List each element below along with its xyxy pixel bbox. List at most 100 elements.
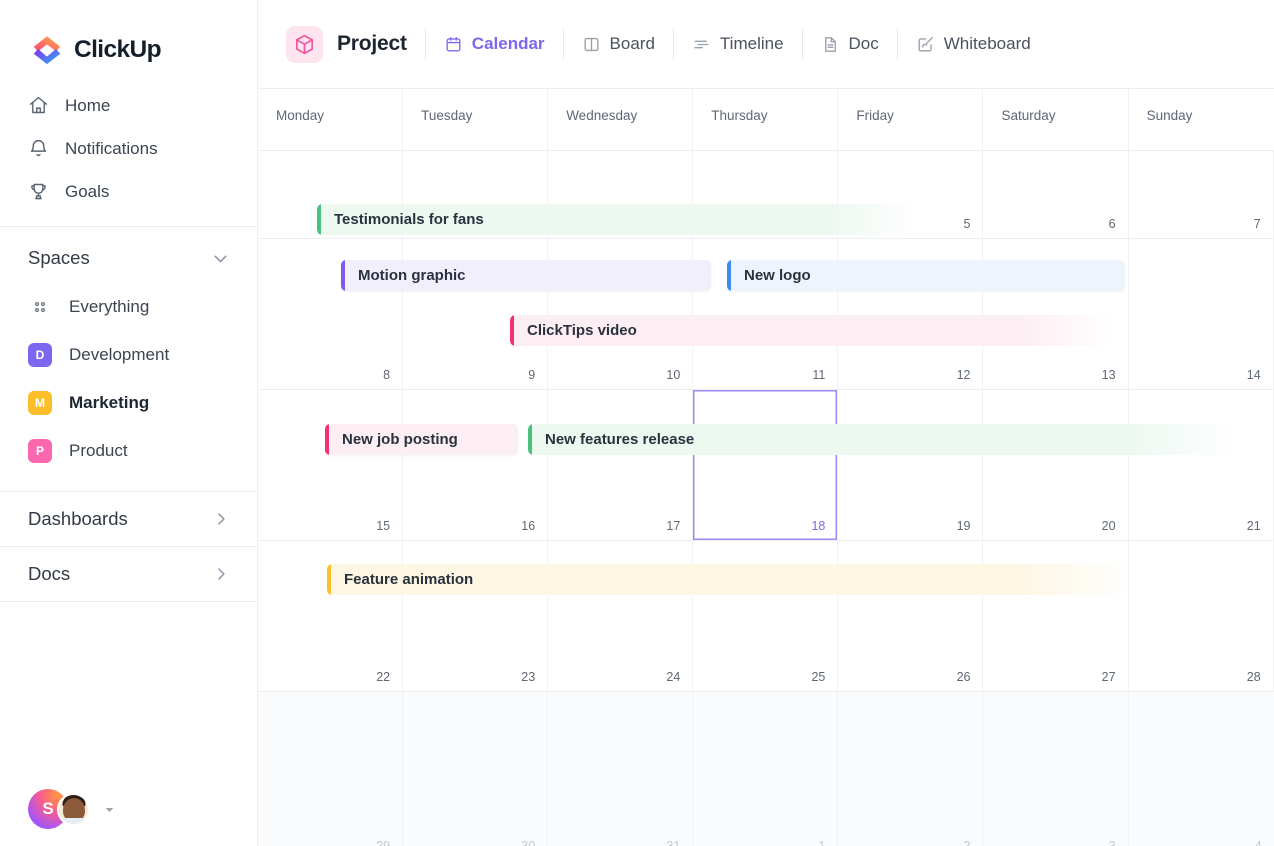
space-label: Marketing	[69, 393, 150, 412]
whiteboard-icon	[916, 35, 935, 54]
tab-calendar[interactable]: Calendar	[444, 34, 545, 54]
calendar-day-cell[interactable]: 31	[548, 692, 694, 846]
sidebar-item-goals[interactable]: Goals	[0, 170, 257, 213]
sidebar-item-notifications[interactable]: Notifications	[0, 127, 257, 170]
toolbar-divider	[424, 29, 426, 59]
tab-label: Timeline	[719, 34, 784, 53]
day-number: 30	[521, 839, 536, 846]
calendar-week-row: 15 16 17 18 19 20 21 New job posting New…	[258, 390, 1274, 541]
day-number: 14	[1246, 368, 1261, 382]
grid-dots-icon	[28, 295, 52, 319]
spaces-title: Spaces	[28, 247, 90, 268]
calendar-event[interactable]: New features release	[528, 424, 1235, 455]
day-number: 9	[528, 368, 536, 382]
event-title: ClickTips video	[527, 322, 637, 339]
calendar-day-cell[interactable]: 2	[838, 692, 984, 846]
calendar-event[interactable]: New logo	[727, 260, 1125, 291]
day-number: 6	[1108, 217, 1116, 231]
calendar-day-cell[interactable]: 29	[258, 692, 404, 846]
day-number: 1	[818, 839, 826, 846]
caret-down-icon[interactable]	[102, 802, 117, 817]
space-avatar: P	[28, 439, 52, 463]
calendar-event[interactable]: New job posting	[325, 424, 518, 455]
chevron-down-icon[interactable]	[210, 248, 231, 269]
avatar[interactable]	[57, 792, 90, 826]
home-icon	[28, 95, 49, 116]
calendar-day-cell[interactable]: 4	[1129, 692, 1274, 846]
day-number: 24	[666, 670, 681, 684]
day-header: Monday	[258, 89, 404, 150]
day-number: 4	[1254, 839, 1262, 846]
calendar-day-cell[interactable]: 30	[403, 692, 549, 846]
brand-name: ClickUp	[74, 35, 162, 63]
sidebar-item-label: Goals	[65, 181, 110, 201]
calendar-day-cell-selected[interactable]: 18	[693, 390, 839, 540]
day-number: 11	[812, 368, 826, 382]
day-number: 25	[811, 670, 826, 684]
day-number: 19	[956, 519, 971, 533]
calendar-event[interactable]: Testimonials for fans	[317, 204, 918, 235]
calendar-day-cell[interactable]: 7	[1129, 151, 1274, 238]
day-number: 2	[963, 839, 971, 846]
event-title: New logo	[744, 267, 811, 284]
day-header: Thursday	[693, 89, 839, 150]
sidebar-item-docs[interactable]: Docs	[0, 547, 257, 601]
day-number: 27	[1101, 670, 1116, 684]
avatar-shirt	[59, 817, 88, 824]
toolbar-divider	[896, 29, 898, 59]
day-number: 10	[666, 368, 681, 382]
space-avatar: M	[28, 391, 52, 415]
toolbar-divider	[801, 29, 803, 59]
day-number: 13	[1101, 368, 1116, 382]
calendar-day-cell[interactable]: 17	[548, 390, 694, 540]
user-account-bar[interactable]: S	[0, 772, 258, 846]
sidebar-item-marketing[interactable]: M Marketing	[0, 379, 257, 427]
sidebar-item-dashboards[interactable]: Dashboards	[0, 492, 257, 546]
day-number: 12	[956, 368, 971, 382]
calendar-day-cell[interactable]: 21	[1129, 390, 1274, 540]
calendar-day-cell[interactable]: 20	[983, 390, 1129, 540]
bell-icon	[28, 138, 49, 159]
calendar-event[interactable]: Feature animation	[327, 564, 1133, 595]
sidebar-item-product[interactable]: P Product	[0, 427, 257, 475]
calendar-day-cell[interactable]: 15	[258, 390, 404, 540]
brand-logo[interactable]: ClickUp	[0, 0, 257, 72]
calendar-icon	[444, 35, 463, 54]
tab-doc[interactable]: Doc	[821, 34, 879, 54]
sidebar-item-development[interactable]: D Development	[0, 331, 257, 379]
calendar-event[interactable]: ClickTips video	[510, 315, 1112, 346]
day-number: 20	[1101, 519, 1116, 533]
clickup-logo-icon	[30, 33, 64, 67]
sidebar-item-home[interactable]: Home	[0, 84, 257, 127]
spaces-section-header[interactable]: Spaces	[0, 233, 257, 283]
day-number: 17	[666, 519, 681, 533]
calendar-week-row: 1 2 3 4 5 6 7 Testimonials for fans	[258, 151, 1274, 239]
toolbar-divider	[672, 29, 674, 59]
calendar-day-cell[interactable]: 6	[983, 151, 1129, 238]
tab-board[interactable]: Board	[582, 34, 655, 54]
day-number: 22	[376, 670, 391, 684]
calendar-weeks: 1 2 3 4 5 6 7 Testimonials for fans 8 9	[258, 151, 1274, 846]
day-number: 15	[376, 519, 391, 533]
tab-timeline[interactable]: Timeline	[692, 34, 784, 54]
tab-whiteboard[interactable]: Whiteboard	[916, 34, 1031, 54]
view-toolbar: Project Calendar Board Timeline Doc Whit…	[258, 0, 1274, 89]
calendar-week-row: 22 23 24 25 26 27 28 Feature animation	[258, 541, 1274, 692]
day-number: 3	[1108, 839, 1116, 846]
calendar-day-cell[interactable]: 14	[1129, 239, 1274, 389]
trophy-icon	[28, 181, 49, 202]
tab-label: Calendar	[471, 34, 545, 53]
calendar-day-cell[interactable]: 28	[1129, 541, 1274, 691]
day-number: 29	[376, 839, 391, 846]
chevron-right-icon[interactable]	[211, 564, 231, 584]
calendar-day-headers: Monday Tuesday Wednesday Thursday Friday…	[258, 89, 1274, 151]
calendar-day-cell[interactable]: 1	[693, 692, 839, 846]
calendar-day-cell[interactable]: 16	[403, 390, 549, 540]
tab-label: Board	[609, 34, 655, 53]
calendar-day-cell[interactable]: 3	[983, 692, 1129, 846]
sidebar-item-everything[interactable]: Everything	[0, 283, 257, 331]
calendar-event[interactable]: Motion graphic	[341, 260, 711, 291]
day-number: 31	[666, 839, 681, 846]
calendar-day-cell[interactable]: 19	[838, 390, 984, 540]
chevron-right-icon[interactable]	[211, 509, 231, 529]
